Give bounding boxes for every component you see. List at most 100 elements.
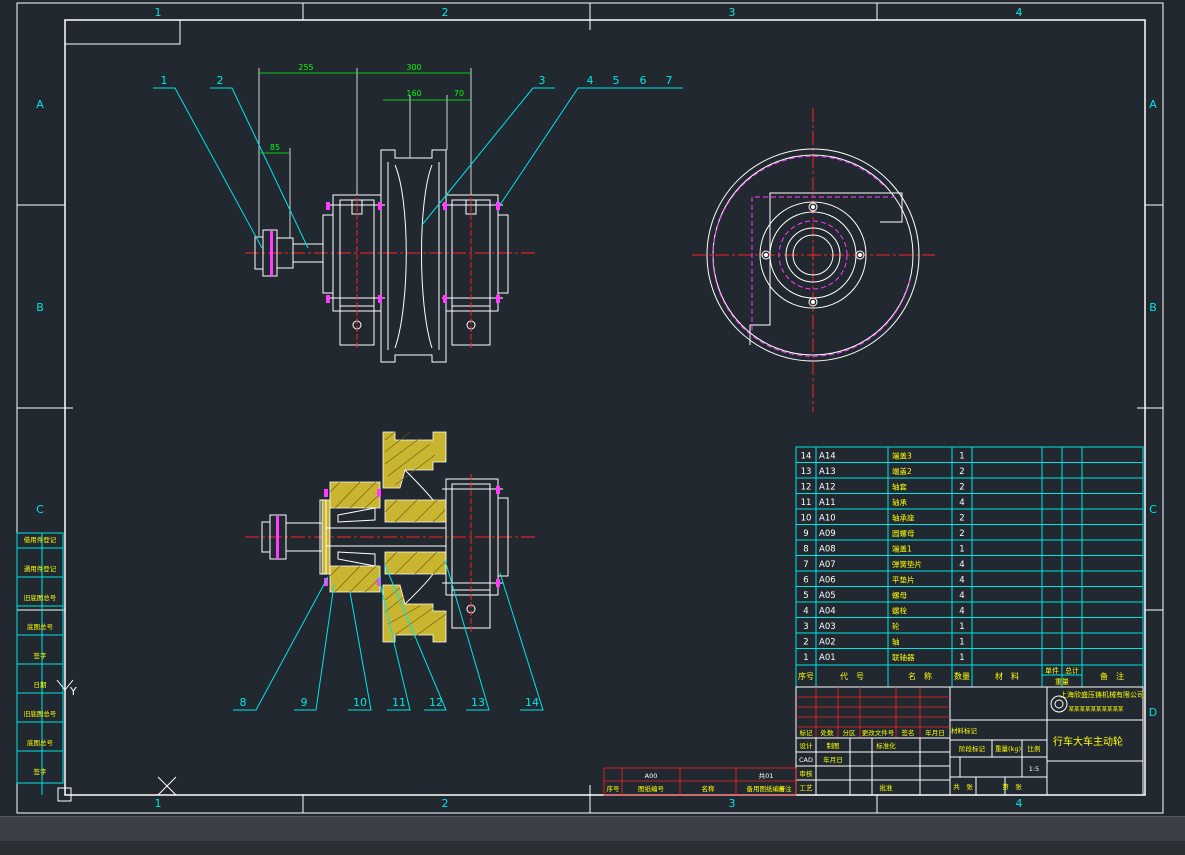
lower-strip-label: 备注 xyxy=(779,784,793,793)
bom-cell-qty: 4 xyxy=(959,560,964,570)
callout-10: 10 xyxy=(353,696,367,709)
bom-cell-name: 轴套 xyxy=(892,482,907,492)
bom-cell-name: 端盖3 xyxy=(892,451,912,461)
left-strip-label: 日期 xyxy=(34,681,48,689)
bom-cell-code: A13 xyxy=(819,467,836,477)
bom-cell-code: A04 xyxy=(819,607,836,617)
zone-col-3-bottom: 3 xyxy=(729,797,736,810)
left-strip-label: 借用件登记 xyxy=(24,535,57,544)
bom-cell-code: A12 xyxy=(819,483,836,493)
dim-160: 160 xyxy=(406,89,421,98)
bom-header-code: 代 号 xyxy=(840,671,864,681)
tb-design: 设计 xyxy=(800,741,814,750)
bom-cell-qty: 2 xyxy=(959,483,964,493)
bom-cell-no: 4 xyxy=(803,607,808,617)
command-line[interactable] xyxy=(0,841,1185,855)
company-name: 上海欣盛压铸机械有限公司 xyxy=(1060,690,1144,699)
tb-process: 工艺 xyxy=(800,784,814,792)
bom-cell-name: 轴承座 xyxy=(892,513,915,523)
bom-cell-no: 2 xyxy=(803,638,808,648)
bom-cell-code: A08 xyxy=(819,545,836,555)
bom-cell-qty: 1 xyxy=(959,653,964,663)
revision-col: 年月日 xyxy=(925,728,945,737)
bom-cell-code: A07 xyxy=(819,560,836,570)
bom-cell-name: 螺栓 xyxy=(892,606,907,616)
dim-85: 85 xyxy=(270,143,280,152)
lower-strip-label: 图纸编号 xyxy=(638,784,665,793)
cad-drawing-canvas[interactable]: 1 2 3 4 1 2 3 4 A B C A B C D 借用件登记 通用件登… xyxy=(0,0,1185,816)
zone-col-2-top: 2 xyxy=(442,6,449,19)
callout-8: 8 xyxy=(240,696,247,709)
bom-cell-name: 端盖2 xyxy=(892,466,912,476)
callout-3: 3 xyxy=(539,74,546,87)
bom-cell-no: 5 xyxy=(803,591,808,601)
bom-cell-no: 6 xyxy=(803,576,808,586)
ucs-y-label: Y xyxy=(69,685,77,698)
callout-13: 13 xyxy=(471,696,485,709)
lower-strip-sheet: 共01 xyxy=(759,771,774,780)
callout-5: 5 xyxy=(613,74,620,87)
bom-cell-name: 弹簧垫片 xyxy=(892,559,922,569)
bom-cell-code: A09 xyxy=(819,529,836,539)
bom-header-single: 单件 xyxy=(1045,666,1059,675)
zone-col-1-top: 1 xyxy=(155,6,162,19)
lower-strip-code: A00 xyxy=(645,772,658,780)
revision-col: 更改文件号 xyxy=(862,728,895,737)
zone-row-c-right: C xyxy=(1149,503,1157,516)
bom-cell-name: 平垫片 xyxy=(892,575,915,585)
bom-cell-code: A10 xyxy=(819,514,836,524)
bom-cell-qty: 2 xyxy=(959,514,964,524)
dim-255: 255 xyxy=(298,63,313,72)
tb-std: 标准化 xyxy=(876,741,896,750)
callout-9: 9 xyxy=(301,696,308,709)
left-strip-label: 旧底图总号 xyxy=(24,593,57,602)
left-strip-label: 签字 xyxy=(34,651,48,660)
tb-weight: 重量(kg) xyxy=(995,745,1021,753)
cad-application: 1 2 3 4 1 2 3 4 A B C A B C D 借用件登记 通用件登… xyxy=(0,0,1185,855)
zone-row-a-right: A xyxy=(1149,98,1157,111)
bom-cell-no: 3 xyxy=(803,622,808,632)
tb-ratio: 比例 xyxy=(1028,744,1041,753)
callout-1: 1 xyxy=(161,74,168,87)
revision-col: 签名 xyxy=(902,728,915,737)
tb-check: 审核 xyxy=(800,769,814,778)
tb-scale: 1:5 xyxy=(1029,765,1039,773)
left-strip-label: 签字 xyxy=(34,767,48,776)
zone-col-1-bottom: 1 xyxy=(155,797,162,810)
callout-7: 7 xyxy=(666,74,673,87)
bom-cell-no: 11 xyxy=(801,498,812,508)
bom-cell-qty: 1 xyxy=(959,622,964,632)
tb-sheet-no: 第 张 xyxy=(1002,782,1022,791)
bom-cell-no: 8 xyxy=(803,545,808,555)
tb-material-mark: 材料标记 xyxy=(951,726,978,735)
callout-4: 4 xyxy=(587,74,594,87)
revision-col: 处数 xyxy=(821,728,835,737)
bom-cell-name: 轴承 xyxy=(892,497,907,507)
bom-cell-name: 端盖1 xyxy=(892,544,912,554)
bom-cell-code: A03 xyxy=(819,622,836,632)
zone-row-c-left: C xyxy=(36,503,44,516)
left-strip-label: 通用件登记 xyxy=(24,564,57,573)
left-strip-label: 底图总号 xyxy=(27,622,54,631)
callout-2: 2 xyxy=(217,74,224,87)
tb-cad: CAD xyxy=(799,756,813,764)
drawing-title: 行车大车主动轮 xyxy=(1053,735,1123,748)
zone-row-b-left: B xyxy=(36,301,44,314)
tb-approve: 批准 xyxy=(880,783,894,792)
bom-cell-no: 9 xyxy=(803,529,808,539)
zone-row-b-right: B xyxy=(1149,301,1157,314)
bom-cell-qty: 1 xyxy=(959,638,964,648)
left-strip-label: 底图总号 xyxy=(27,738,54,747)
lower-strip-label: 名称 xyxy=(702,784,716,793)
bom-cell-qty: 4 xyxy=(959,607,964,617)
bom-cell-qty: 4 xyxy=(959,576,964,586)
bom-cell-qty: 4 xyxy=(959,498,964,508)
bom-header-name: 名 称 xyxy=(908,671,932,681)
bom-cell-name: 圆螺母 xyxy=(892,528,915,538)
company-subtitle: 某某某某某某某某某某 xyxy=(1068,706,1124,713)
tb-drafting: 制图 xyxy=(827,741,840,750)
bom-cell-qty: 1 xyxy=(959,452,964,462)
bom-cell-code: A14 xyxy=(819,452,836,462)
tb-date: 年月日 xyxy=(823,755,843,764)
status-bar xyxy=(0,816,1185,855)
